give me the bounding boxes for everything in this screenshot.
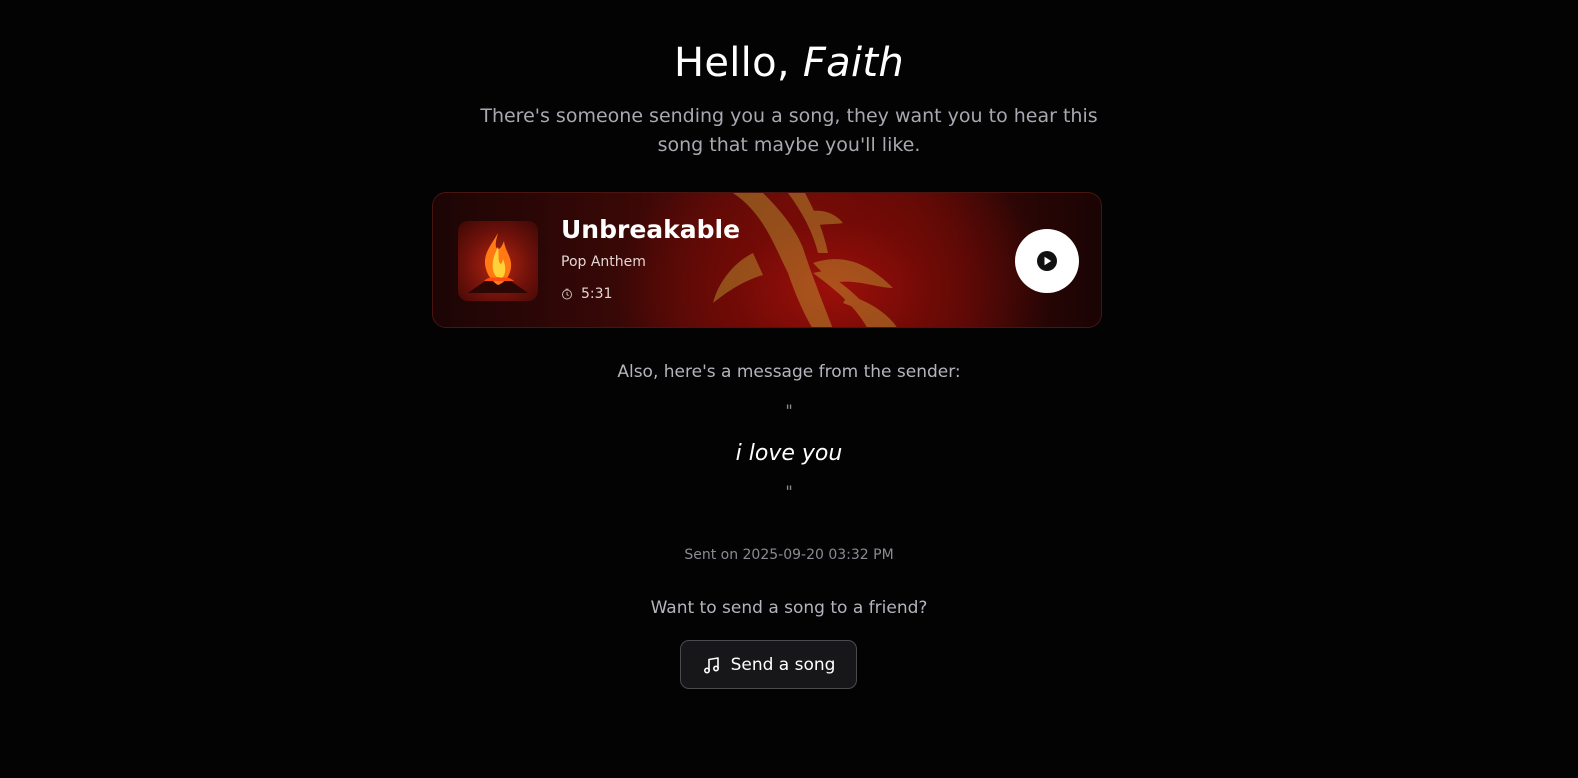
close-quote-mark: " — [785, 482, 793, 501]
music-note-icon — [703, 656, 719, 674]
song-card: Unbreakable Pop Anthem 5:31 — [432, 192, 1102, 328]
sent-timestamp: Sent on 2025-09-20 03:32 PM — [684, 547, 894, 563]
intro-line-1: There's someone sending you a song, they… — [480, 105, 1098, 127]
play-button[interactable] — [1015, 229, 1079, 293]
play-icon — [1037, 251, 1057, 271]
send-song-button[interactable]: Send a song — [680, 640, 857, 689]
phoenix-background-art — [713, 193, 897, 327]
song-artwork — [458, 221, 538, 301]
song-share-page: Hello, Faith There's someone sending you… — [0, 0, 1578, 778]
flame-artwork-icon — [468, 233, 528, 293]
intro-text: There's someone sending you a song, they… — [0, 102, 1578, 160]
message-intro: Also, here's a message from the sender: — [617, 362, 961, 382]
greeting-hello: Hello, — [673, 40, 790, 86]
recipient-name: Faith — [802, 40, 905, 86]
sender-message: i love you — [735, 441, 843, 466]
open-quote-mark: " — [785, 401, 793, 420]
clock-icon — [562, 288, 572, 300]
song-duration: 5:31 — [561, 286, 612, 302]
intro-line-2: song that maybe you'll like. — [657, 134, 921, 156]
cta-prompt: Want to send a song to a friend? — [650, 598, 928, 618]
greeting-heading: Hello, Faith — [0, 40, 1578, 86]
song-duration-value: 5:31 — [581, 286, 613, 302]
send-song-button-label: Send a song — [730, 654, 836, 675]
song-genre: Pop Anthem — [561, 254, 646, 270]
song-title: Unbreakable — [561, 215, 741, 244]
